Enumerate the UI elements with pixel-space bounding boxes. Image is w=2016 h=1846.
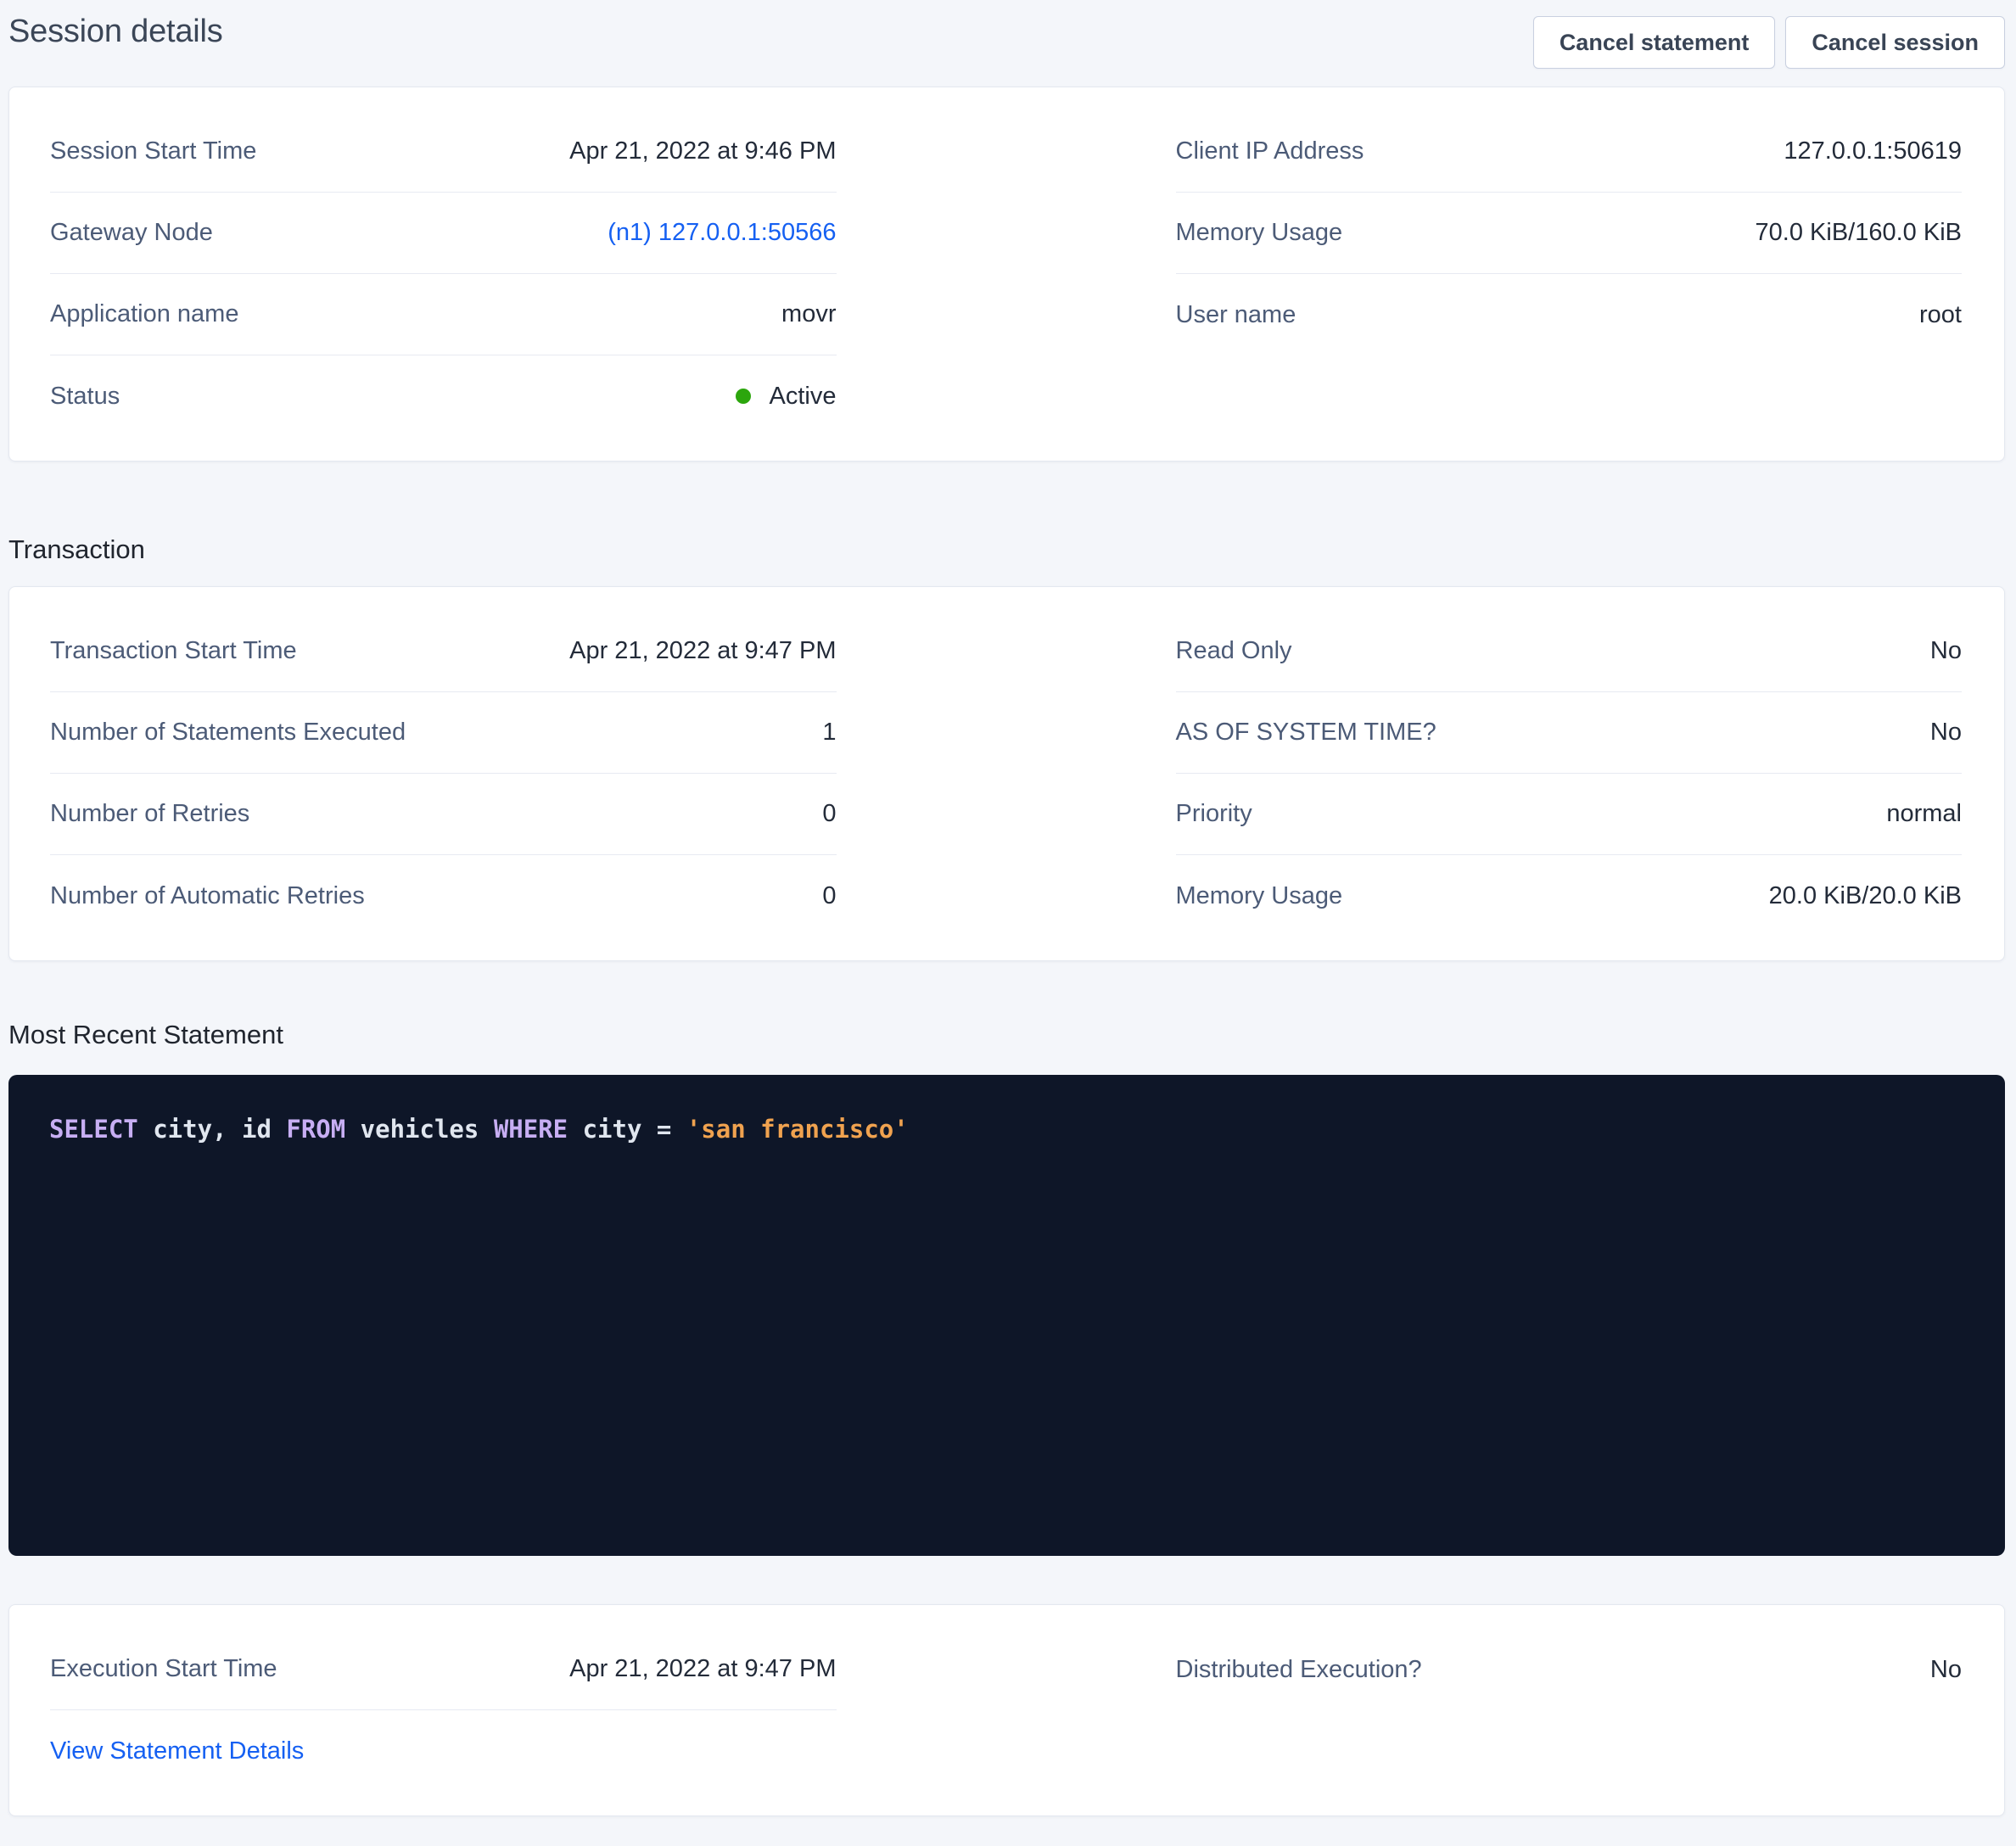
row-label: Number of Retries <box>50 800 249 828</box>
most-recent-statement-heading: Most Recent Statement <box>8 1019 2005 1051</box>
row-value: root <box>1919 301 1962 329</box>
summary-row: Application name movr <box>50 274 837 355</box>
sql-token-plain: city, id <box>138 1115 287 1144</box>
summary-row: Number of Statements Executed 1 <box>50 692 837 774</box>
session-details-page: Session details Cancel statement Cancel … <box>0 0 2016 1833</box>
row-label: Memory Usage <box>1176 882 1343 910</box>
summary-row: Execution Start Time Apr 21, 2022 at 9:47… <box>50 1629 837 1710</box>
row-label: Transaction Start Time <box>50 637 297 665</box>
row-label: Client IP Address <box>1176 137 1364 165</box>
row-value: movr <box>781 300 836 328</box>
page-header: Session details Cancel statement Cancel … <box>8 8 2005 69</box>
row-label: AS OF SYSTEM TIME? <box>1176 719 1436 747</box>
summary-row: Client IP Address 127.0.0.1:50619 <box>1176 111 1963 193</box>
row-label: Number of Statements Executed <box>50 719 406 747</box>
summary-row: Status Active <box>50 355 837 437</box>
row-label: Gateway Node <box>50 219 213 247</box>
sql-statement: SELECT city, id FROM vehicles WHERE city… <box>49 1112 1964 1146</box>
transaction-section-heading: Transaction <box>8 534 2005 566</box>
summary-row: Memory Usage 70.0 KiB/160.0 KiB <box>1176 193 1963 274</box>
row-value: Apr 21, 2022 at 9:46 PM <box>569 137 836 165</box>
sql-token-keyword: SELECT <box>49 1115 138 1144</box>
session-summary-card: Session Start Time Apr 21, 2022 at 9:46 P… <box>8 87 2005 462</box>
summary-row: Gateway Node (n1) 127.0.0.1:50566 <box>50 193 837 274</box>
view-statement-details-row: View Statement Details <box>50 1710 837 1792</box>
page-title: Session details <box>8 12 223 51</box>
sql-token-plain: city = <box>568 1115 686 1144</box>
summary-row: Distributed Execution? No <box>1176 1629 1963 1710</box>
row-label: Session Start Time <box>50 137 256 165</box>
summary-row: Number of Automatic Retries 0 <box>50 855 837 937</box>
execution-right-column: Distributed Execution? No <box>1176 1629 1963 1792</box>
execution-left-column: Execution Start Time Apr 21, 2022 at 9:47… <box>50 1629 837 1792</box>
row-label: Execution Start Time <box>50 1655 277 1683</box>
session-summary-left-column: Session Start Time Apr 21, 2022 at 9:46 P… <box>50 111 837 437</box>
summary-row: Transaction Start Time Apr 21, 2022 at 9:… <box>50 611 837 692</box>
summary-row: Memory Usage 20.0 KiB/20.0 KiB <box>1176 855 1963 937</box>
execution-left-rows: Execution Start Time Apr 21, 2022 at 9:47… <box>50 1629 837 1710</box>
row-value: Apr 21, 2022 at 9:47 PM <box>569 637 836 665</box>
sql-token-keyword: WHERE <box>494 1115 568 1144</box>
status-badge: Active <box>736 383 837 411</box>
sql-token-string: 'san francisco' <box>686 1115 909 1144</box>
row-value: 0 <box>822 882 836 910</box>
row-label: Read Only <box>1176 637 1292 665</box>
summary-row: Read Only No <box>1176 611 1963 692</box>
row-value: 1 <box>822 719 836 747</box>
header-actions: Cancel statement Cancel session <box>1533 16 2005 69</box>
row-value: normal <box>1886 800 1962 828</box>
sql-token-keyword: FROM <box>286 1115 345 1144</box>
transaction-left-column: Transaction Start Time Apr 21, 2022 at 9:… <box>50 611 837 937</box>
row-value: No <box>1930 637 1962 665</box>
row-value: 70.0 KiB/160.0 KiB <box>1756 219 1962 247</box>
transaction-summary-card: Transaction Start Time Apr 21, 2022 at 9:… <box>8 586 2005 961</box>
row-value: 127.0.0.1:50619 <box>1784 137 1962 165</box>
row-value: No <box>1930 1656 1962 1684</box>
cancel-statement-button[interactable]: Cancel statement <box>1533 16 1776 69</box>
row-value: No <box>1930 719 1962 747</box>
transaction-right-column: Read Only No AS OF SYSTEM TIME? No Priority n… <box>1176 611 1963 937</box>
row-label: Application name <box>50 300 238 328</box>
summary-row: AS OF SYSTEM TIME? No <box>1176 692 1963 774</box>
summary-row: Session Start Time Apr 21, 2022 at 9:46 P… <box>50 111 837 193</box>
row-value: Apr 21, 2022 at 9:47 PM <box>569 1655 836 1683</box>
row-label: User name <box>1176 301 1296 329</box>
summary-row: Number of Retries 0 <box>50 774 837 855</box>
row-label: Priority <box>1176 800 1252 828</box>
row-value: 20.0 KiB/20.0 KiB <box>1769 882 1962 910</box>
active-status-dot-icon <box>736 389 751 404</box>
status-text: Active <box>770 383 837 411</box>
row-label: Number of Automatic Retries <box>50 882 365 910</box>
row-value: 0 <box>822 800 836 828</box>
cancel-session-button[interactable]: Cancel session <box>1785 16 2005 69</box>
execution-summary-card: Execution Start Time Apr 21, 2022 at 9:47… <box>8 1604 2005 1816</box>
row-label: Memory Usage <box>1176 219 1343 247</box>
session-summary-right-column: Client IP Address 127.0.0.1:50619 Memory U… <box>1176 111 1963 437</box>
row-label: Status <box>50 383 120 411</box>
row-label: Distributed Execution? <box>1176 1656 1422 1684</box>
summary-row: Priority normal <box>1176 774 1963 855</box>
summary-row: User name root <box>1176 274 1963 355</box>
sql-token-plain: vehicles <box>345 1115 494 1144</box>
view-statement-details-link[interactable]: View Statement Details <box>50 1737 304 1765</box>
gateway-node-link[interactable]: (n1) 127.0.0.1:50566 <box>608 219 836 247</box>
sql-code-block: SELECT city, id FROM vehicles WHERE city… <box>8 1075 2005 1556</box>
